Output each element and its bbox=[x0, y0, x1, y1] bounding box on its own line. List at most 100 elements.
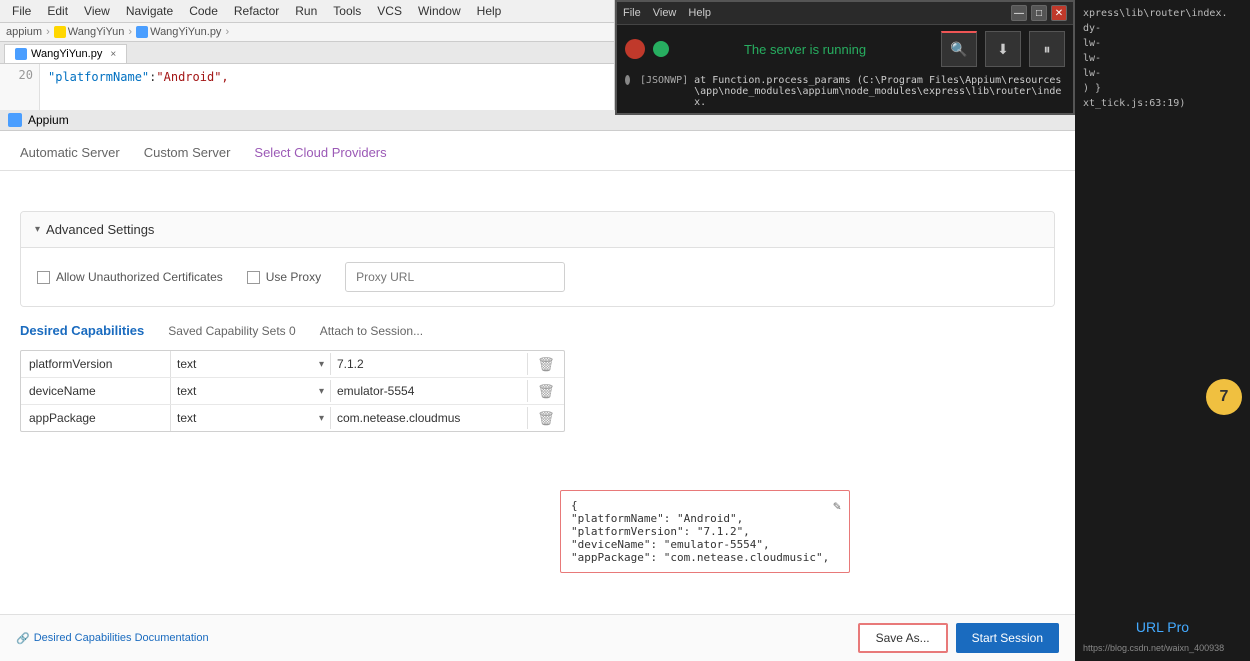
cap-type-select-1[interactable]: text bbox=[177, 384, 307, 398]
tab-close-btn[interactable]: × bbox=[110, 49, 116, 60]
json-line-2: "platformVersion": "7.1.2", bbox=[571, 525, 839, 538]
log-line-1: dy- bbox=[1083, 23, 1242, 34]
menu-refactor[interactable]: Refactor bbox=[228, 2, 285, 20]
json-line-3: "deviceName": "emulator-5554", bbox=[571, 538, 839, 551]
server-menu-file[interactable]: File bbox=[623, 7, 641, 19]
advanced-settings-section: ▾ Advanced Settings Allow Unauthorized C… bbox=[20, 211, 1055, 307]
use-proxy-checkbox[interactable] bbox=[247, 271, 260, 284]
window-maximize-btn[interactable]: □ bbox=[1031, 5, 1047, 21]
proxy-url-input[interactable] bbox=[345, 262, 565, 292]
server-search-btn[interactable]: 🔍 bbox=[941, 31, 977, 67]
allow-certs-checkbox[interactable] bbox=[37, 271, 50, 284]
tab-automatic-server[interactable]: Automatic Server bbox=[20, 145, 120, 160]
delete-cap-btn-2[interactable]: 🗑 bbox=[537, 410, 555, 427]
allow-certs-label: Allow Unauthorized Certificates bbox=[56, 270, 223, 284]
menu-code[interactable]: Code bbox=[183, 2, 224, 20]
attach-session-btn[interactable]: Attach to Session... bbox=[320, 324, 423, 338]
advanced-settings-title: Advanced Settings bbox=[46, 222, 154, 237]
cap-type-select-0[interactable]: text bbox=[177, 357, 307, 371]
settings-row: Allow Unauthorized Certificates Use Prox… bbox=[37, 262, 1038, 292]
window-minimize-btn[interactable]: — bbox=[1011, 5, 1027, 21]
server-content: The server is running 🔍 ⬇ ⏸ [JSONWP] at … bbox=[617, 25, 1073, 113]
cap-value-input-0[interactable] bbox=[337, 357, 521, 371]
advanced-settings-header[interactable]: ▾ Advanced Settings bbox=[21, 212, 1054, 248]
cap-value-0[interactable] bbox=[331, 353, 528, 375]
menu-help[interactable]: Help bbox=[471, 2, 508, 20]
badge-container: 7 bbox=[1083, 379, 1242, 615]
cap-type-1[interactable]: text ▾ bbox=[171, 380, 331, 402]
menu-vcs[interactable]: VCS bbox=[371, 2, 408, 20]
tab-label: WangYiYun.py bbox=[31, 48, 102, 60]
cap-type-0[interactable]: text ▾ bbox=[171, 353, 331, 375]
ide-menubar: File Edit View Navigate Code Refactor Ru… bbox=[0, 0, 614, 23]
delete-cap-btn-0[interactable]: 🗑 bbox=[537, 356, 555, 373]
json-line-0: { bbox=[571, 499, 839, 512]
use-proxy-group[interactable]: Use Proxy bbox=[247, 270, 321, 284]
docs-link[interactable]: 🔗 Desired Capabilities Documentation bbox=[16, 632, 209, 645]
cap-type-select-2[interactable]: text bbox=[177, 411, 307, 425]
caps-title: Desired Capabilities bbox=[20, 323, 144, 338]
server-download-btn[interactable]: ⬇ bbox=[985, 31, 1021, 67]
dropdown-arrow-icon: ▾ bbox=[319, 386, 324, 397]
server-status-green-dot bbox=[653, 41, 669, 57]
window-controls: — □ ✕ bbox=[1011, 5, 1067, 21]
log-entry: [JSONWP] at Function.process_params (C:\… bbox=[625, 75, 1065, 108]
log-line-4: lw- bbox=[1083, 68, 1242, 79]
code-value: "Android", bbox=[156, 70, 228, 84]
server-menu-view[interactable]: View bbox=[653, 7, 677, 19]
menu-tools[interactable]: Tools bbox=[327, 2, 367, 20]
menu-file[interactable]: File bbox=[6, 2, 37, 20]
log-line-6: xt_tick.js:63:19) bbox=[1083, 98, 1242, 109]
server-menu-help[interactable]: Help bbox=[688, 7, 711, 19]
cap-value-2[interactable] bbox=[331, 407, 528, 429]
cap-value-input-2[interactable] bbox=[337, 411, 521, 425]
menu-view[interactable]: View bbox=[78, 2, 116, 20]
json-edit-btn[interactable]: ✎ bbox=[833, 499, 841, 514]
cap-value-1[interactable] bbox=[331, 380, 528, 402]
cap-name-0: platformVersion bbox=[21, 351, 171, 377]
caps-table: platformVersion text ▾ 🗑 bbox=[20, 350, 565, 432]
saved-sets-tab[interactable]: Saved Capability Sets 0 bbox=[168, 324, 295, 338]
cap-action-1: 🗑 bbox=[528, 383, 564, 400]
menu-navigate[interactable]: Navigate bbox=[120, 2, 179, 20]
right-panel: xpress\lib\router\index. dy- lw- lw- lw-… bbox=[1075, 0, 1250, 661]
breadcrumb: appium › WangYiYun › WangYiYun.py › bbox=[0, 23, 614, 42]
json-line-4: "appPackage": "com.netease.cloudmusic", bbox=[571, 551, 839, 564]
cap-type-2[interactable]: text ▾ bbox=[171, 407, 331, 429]
dropdown-arrow-icon: ▾ bbox=[319, 359, 324, 370]
appium-content: ▾ Advanced Settings Allow Unauthorized C… bbox=[0, 195, 1075, 614]
menu-run[interactable]: Run bbox=[289, 2, 323, 20]
log-line-2: lw- bbox=[1083, 38, 1242, 49]
line-number: 20 bbox=[6, 68, 33, 82]
ide-tab-file[interactable]: WangYiYun.py × bbox=[4, 44, 127, 63]
server-window: File View Help — □ ✕ The server is runni… bbox=[615, 0, 1075, 115]
bottom-bar: 🔗 Desired Capabilities Documentation Sav… bbox=[0, 614, 1075, 661]
save-as-button[interactable]: Save As... bbox=[858, 623, 948, 653]
log-line-3: lw- bbox=[1083, 53, 1242, 64]
menu-edit[interactable]: Edit bbox=[41, 2, 74, 20]
code-colon: : bbox=[149, 70, 156, 84]
server-status-bar: The server is running 🔍 ⬇ ⏸ bbox=[625, 31, 1065, 67]
cap-value-input-1[interactable] bbox=[337, 384, 521, 398]
right-log: xpress\lib\router\index. dy- lw- lw- lw-… bbox=[1083, 8, 1242, 379]
cap-action-0: 🗑 bbox=[528, 356, 564, 373]
code-line: "platformName" : "Android", bbox=[48, 68, 606, 86]
link-icon: 🔗 bbox=[16, 632, 30, 645]
cap-name-1: deviceName bbox=[21, 378, 171, 404]
menu-window[interactable]: Window bbox=[412, 2, 467, 20]
tab-cloud-providers[interactable]: Select Cloud Providers bbox=[254, 145, 386, 160]
delete-cap-btn-1[interactable]: 🗑 bbox=[537, 383, 555, 400]
appium-logo bbox=[8, 113, 22, 127]
number-badge: 7 bbox=[1206, 379, 1242, 415]
window-close-btn[interactable]: ✕ bbox=[1051, 5, 1067, 21]
allow-certs-group[interactable]: Allow Unauthorized Certificates bbox=[37, 270, 223, 284]
tab-custom-server[interactable]: Custom Server bbox=[144, 145, 231, 160]
json-line-1: "platformName": "Android", bbox=[571, 512, 839, 525]
server-pause-btn[interactable]: ⏸ bbox=[1029, 31, 1065, 67]
json-preview-box: ✎ { "platformName": "Android", "platform… bbox=[560, 490, 850, 573]
bottom-buttons: Save As... Start Session bbox=[858, 623, 1059, 653]
advanced-settings-body: Allow Unauthorized Certificates Use Prox… bbox=[21, 248, 1054, 306]
start-session-button[interactable]: Start Session bbox=[956, 623, 1059, 653]
server-log: [JSONWP] at Function.process_params (C:\… bbox=[625, 75, 1065, 108]
appium-title: Appium bbox=[28, 113, 69, 127]
